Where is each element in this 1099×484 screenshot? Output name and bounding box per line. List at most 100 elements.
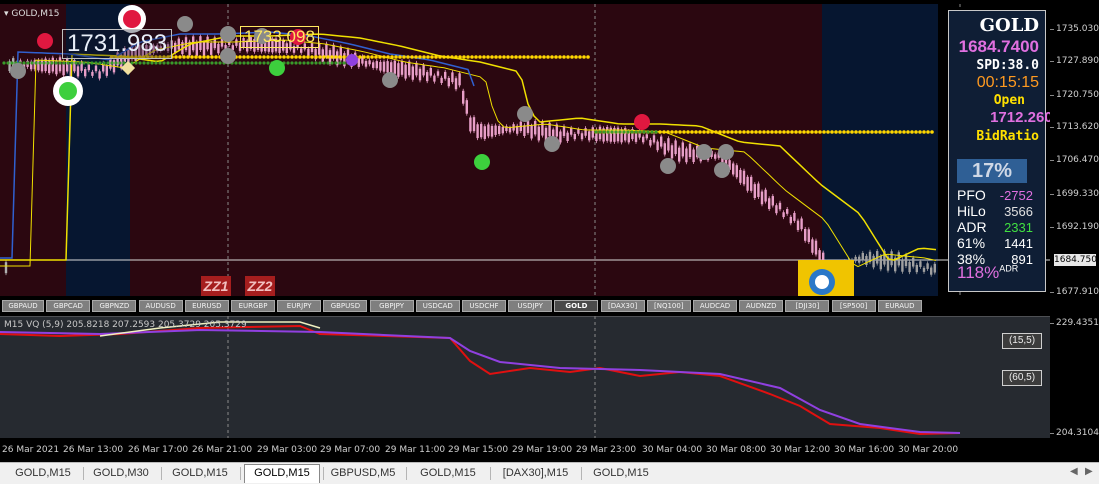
pivot-dot-yellow xyxy=(802,130,806,134)
scroll-right-icon[interactable]: ▶ xyxy=(1085,466,1093,477)
symbol-button-gbpusd[interactable]: GBPUSD xyxy=(323,300,368,312)
chart-tab[interactable]: GOLD,M15 xyxy=(584,465,658,482)
main-price-chart[interactable]: ▾ GOLD,M15 1731.983 1733.098 ZZ1 ZZ2 GOL… xyxy=(0,4,1061,296)
pivot-dot-green xyxy=(26,61,30,65)
pivot-dot-yellow xyxy=(282,55,286,59)
pivot-dot-green xyxy=(614,130,618,134)
symbol-button-eurgbp[interactable]: EURGBP xyxy=(231,300,275,312)
candle-body xyxy=(753,184,756,198)
symbol-button-usdcad[interactable]: USDCAD xyxy=(415,300,460,312)
chart-tab[interactable]: GOLD,M15 xyxy=(409,465,487,482)
symbol-button-audnzd[interactable]: AUDNZD xyxy=(739,300,784,312)
candle-body xyxy=(418,68,422,81)
chart-window[interactable]: ▾ GOLD,M15 1731.983 1733.098 ZZ1 ZZ2 GOL… xyxy=(0,0,1099,462)
candle-body xyxy=(901,259,904,272)
symbol-button-euraud[interactable]: EURAUD xyxy=(877,300,922,312)
chart-tab[interactable]: [DAX30],M15 xyxy=(493,465,578,482)
candle-body xyxy=(714,154,717,159)
chart-tab[interactable]: GBPUSD,M5 xyxy=(323,465,403,482)
grey-signal-marker xyxy=(714,162,730,178)
symbol-button-bar: GBPAUD GBPCAD GBPNZD AUDUSD EURUSD EURGBP EURJ… xyxy=(2,300,1050,313)
chart-tab[interactable]: GOLD,M15 xyxy=(244,464,320,483)
candle-body xyxy=(879,256,882,270)
symbol-button-nq100[interactable]: [NQ100] xyxy=(646,300,691,312)
symbol-button-eurjpy[interactable]: EURJPY xyxy=(277,300,322,312)
symbol-button-gbpnzd[interactable]: GBPNZD xyxy=(92,300,137,312)
pivot-dot-yellow xyxy=(494,55,498,59)
symbol-button-gbpcad[interactable]: GBPCAD xyxy=(46,300,91,312)
candle-body xyxy=(750,176,753,191)
symbol-button-gbpaud[interactable]: GBPAUD xyxy=(2,300,44,312)
stat-value: 3566 xyxy=(1004,204,1033,219)
grey-signal-marker xyxy=(517,106,533,122)
pivot-dot-green xyxy=(42,61,46,65)
pivot-dot-yellow xyxy=(214,55,218,59)
time-label: 29 Mar 11:00 xyxy=(385,445,446,455)
candle-body xyxy=(771,196,774,206)
pivot-dot-green xyxy=(594,130,598,134)
candle-body xyxy=(4,262,8,274)
candle-body xyxy=(523,125,526,136)
pivot-dot-yellow xyxy=(738,130,742,134)
candle-body xyxy=(804,228,807,241)
candle-body xyxy=(94,65,98,72)
candle-body xyxy=(76,66,80,77)
candle-body xyxy=(40,59,44,72)
candle-body xyxy=(375,61,378,69)
pivot-dot-green xyxy=(158,61,162,65)
symbol-button-sp500[interactable]: [SP500] xyxy=(831,300,876,312)
pivot-dot-yellow xyxy=(930,130,934,134)
pivot-dot-green xyxy=(78,61,82,65)
osc-tick-top: 229.4351 xyxy=(1050,318,1099,328)
candle-body xyxy=(670,145,674,159)
candle-body xyxy=(663,143,666,155)
scroll-left-icon[interactable]: ◀ xyxy=(1070,466,1078,477)
candle-body xyxy=(436,71,440,76)
pivot-dot-green xyxy=(634,130,638,134)
candle-body xyxy=(444,71,447,79)
pivot-dot-yellow xyxy=(810,130,814,134)
symbol-button-audcad[interactable]: AUDCAD xyxy=(693,300,737,312)
pivot-dot-green xyxy=(166,61,170,65)
symbol-button-usdjpy[interactable]: USDJPY xyxy=(508,300,553,312)
symbol-button-audusd[interactable]: AUDUSD xyxy=(138,300,183,312)
candle-body xyxy=(408,61,411,76)
symbol-button-dji30[interactable]: [DJI30] xyxy=(785,300,830,312)
pivot-dot-green xyxy=(70,61,74,65)
price-tick: 1706.470 xyxy=(1050,155,1099,165)
pivot-dot-yellow xyxy=(582,55,586,59)
symbol-button-usdchf[interactable]: USDCHF xyxy=(462,300,506,312)
overlay-price-mid: 1733.098 xyxy=(240,26,319,48)
time-label: 26 Mar 17:00 xyxy=(128,445,189,455)
price-tick: 1720.750 xyxy=(1050,90,1099,100)
pivot-dot-yellow xyxy=(454,55,458,59)
pivot-dot-yellow xyxy=(254,55,258,59)
pivot-dot-yellow xyxy=(854,130,858,134)
pivot-dot-yellow xyxy=(758,130,762,134)
pivot-dot-yellow xyxy=(750,130,754,134)
vq-oscillator-panel[interactable]: M15 VQ (5,9) 205.8218 207.2593 205.3729 … xyxy=(0,316,1050,438)
symbol-button-dax30[interactable]: [DAX30] xyxy=(600,300,645,312)
candle-body xyxy=(458,73,461,86)
osc-label-15-5[interactable]: (15,5) xyxy=(1002,333,1042,349)
chart-tab[interactable]: GOLD,M15 xyxy=(163,465,237,482)
pivot-dot-green xyxy=(114,61,118,65)
time-label: 29 Mar 23:00 xyxy=(576,445,637,455)
pivot-dot-green xyxy=(22,61,26,65)
pivot-dot-yellow xyxy=(902,130,906,134)
chart-tab[interactable]: GOLD,M15 xyxy=(6,465,80,482)
candle-body xyxy=(786,209,789,214)
symbol-button-eurusd[interactable]: EURUSD xyxy=(184,300,229,312)
pivot-dot-green xyxy=(138,61,142,65)
pivot-dot-green xyxy=(154,61,158,65)
symbol-button-gold[interactable]: GOLD xyxy=(554,300,599,312)
price-scale[interactable]: 1735.030 1727.890 1720.750 1713.620 1706.470… xyxy=(1050,0,1099,462)
pivot-dot-yellow xyxy=(546,55,550,59)
symbol-button-gbpjpy[interactable]: GBPJPY xyxy=(369,300,414,312)
oscillator-canvas[interactable] xyxy=(0,316,1050,438)
pivot-dot-yellow xyxy=(258,55,262,59)
pivot-dot-green xyxy=(102,61,106,65)
osc-label-60-5[interactable]: (60,5) xyxy=(1002,370,1042,386)
chart-tab[interactable]: GOLD,M30 xyxy=(84,465,158,482)
candle-body xyxy=(577,129,580,134)
